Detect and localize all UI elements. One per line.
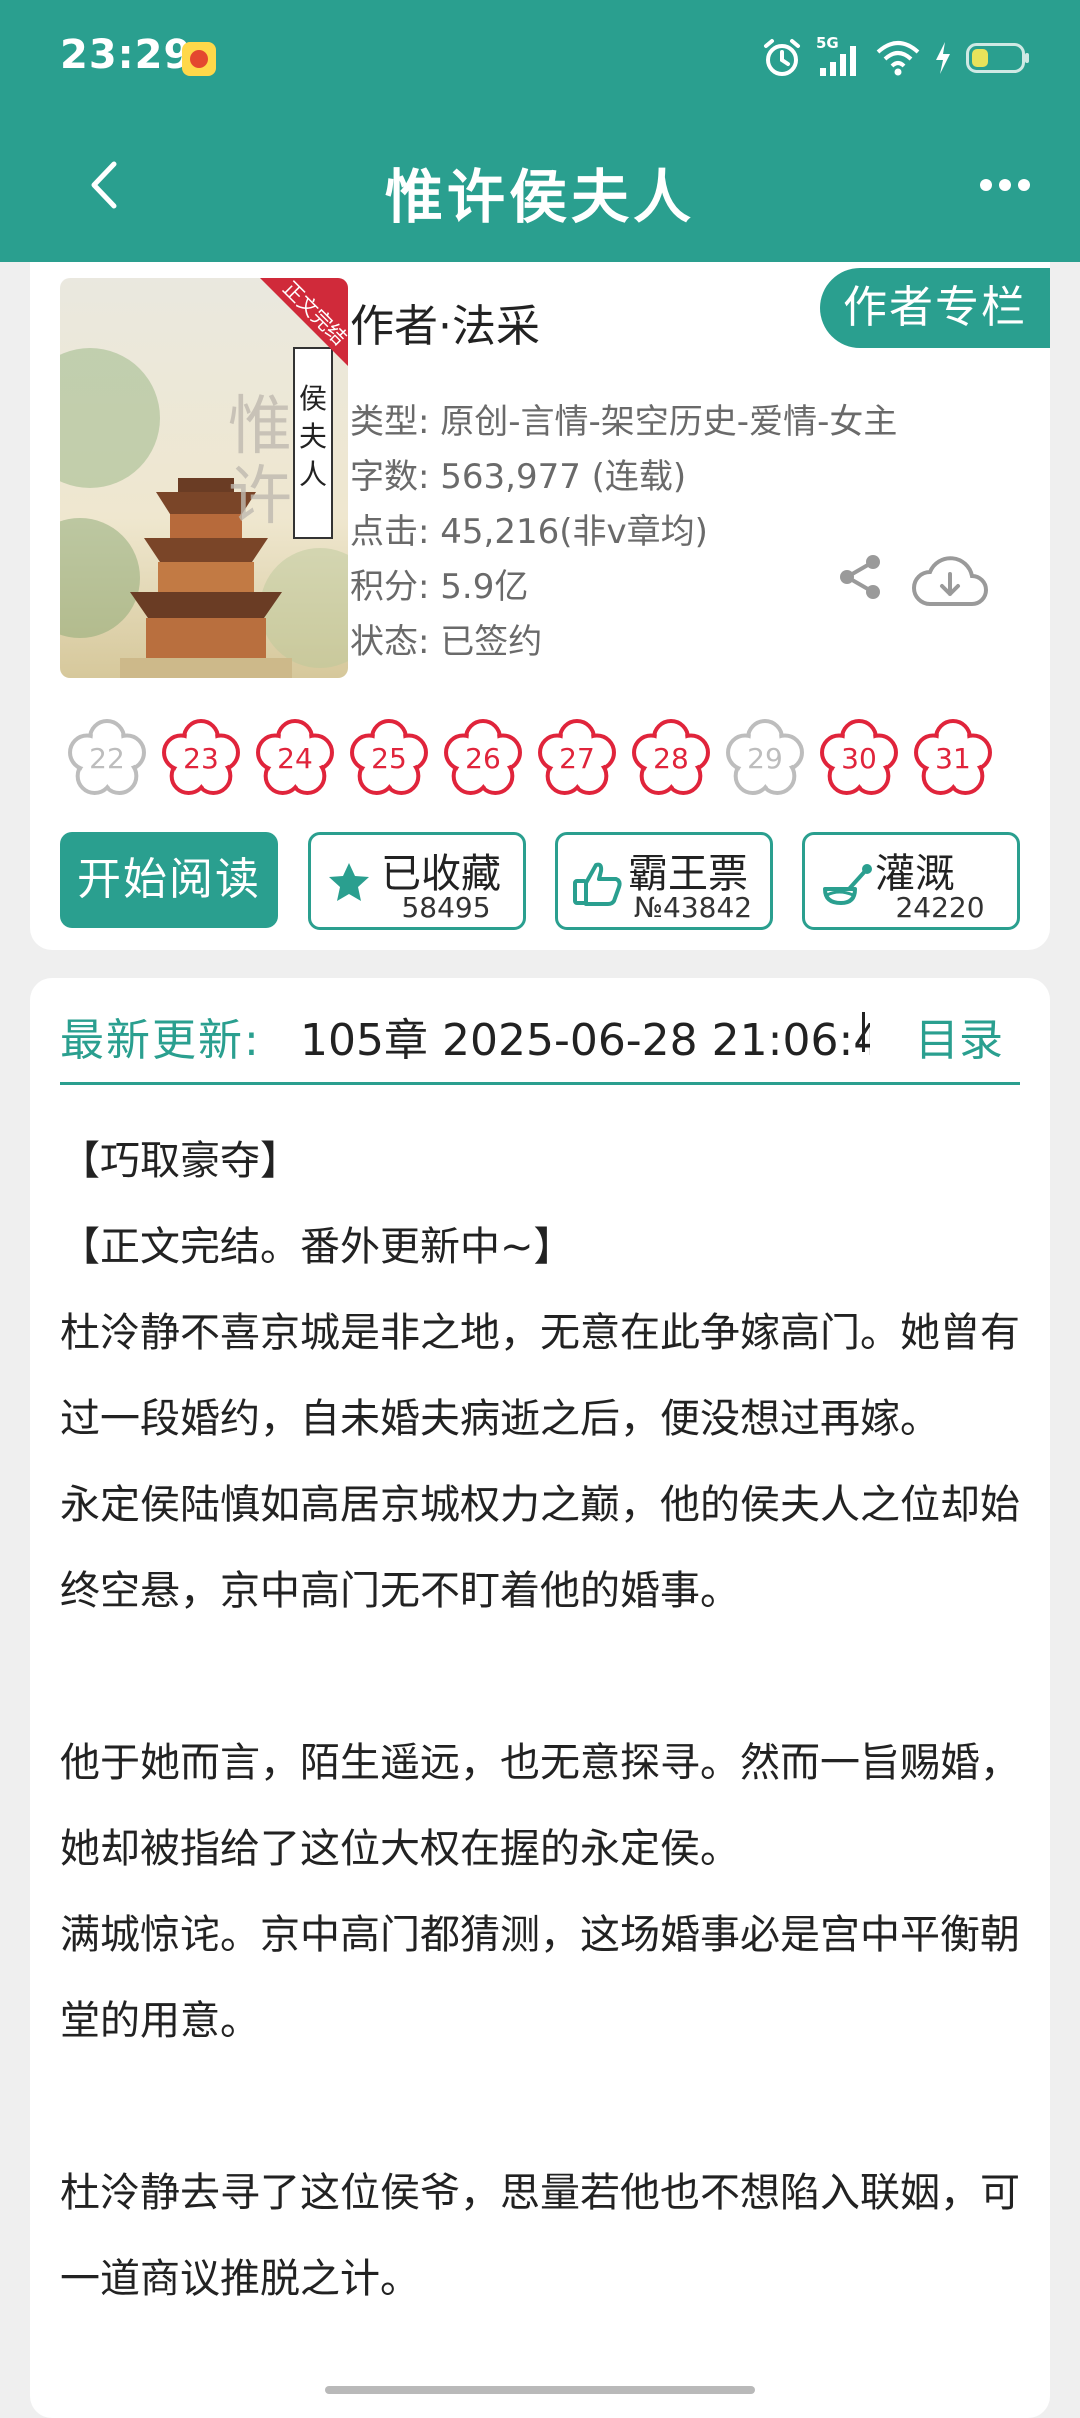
book-status: 状态: 已签约 <box>350 622 543 662</box>
book-points: 积分: 5.9亿 <box>350 567 529 607</box>
status-icons: 5G <box>762 28 1030 88</box>
wifi-icon <box>876 41 920 76</box>
author-name[interactable]: 作者·法采 <box>350 290 540 354</box>
flower-number: 28 <box>653 742 689 775</box>
svg-text:侯: 侯 <box>299 382 327 415</box>
flower-number: 26 <box>465 742 501 775</box>
flower-number: 23 <box>183 742 219 775</box>
flower-26[interactable]: 26 <box>442 718 524 800</box>
irrigate-button[interactable]: 灌溉 24220 <box>802 832 1020 930</box>
flower-rating-row[interactable]: 22 23 24 25 26 27 28 29 30 31 <box>66 718 1022 806</box>
marquee-caret <box>862 1012 865 1052</box>
flower-31[interactable]: 31 <box>912 718 994 800</box>
flower-23[interactable]: 23 <box>160 718 242 800</box>
flower-number: 31 <box>935 742 971 775</box>
cover-illustration: 侯 夫 人 惟 许 正文完结 <box>60 278 348 678</box>
start-reading-button[interactable]: 开始阅读 <box>60 832 278 928</box>
more-dots-icon <box>980 179 1030 191</box>
collect-count: 58495 <box>401 891 491 924</box>
synopsis-paragraph: 他于她而言，陌生遥远，也无意探寻。然而一旨赐婚，她却被指给了这位大权在握的永定侯… <box>60 1740 1020 1872</box>
ticket-count: №43842 <box>633 891 753 924</box>
latest-chapter-link[interactable]: 105章 2025-06-28 21:06:4 <box>300 1004 870 1068</box>
home-indicator[interactable] <box>325 2386 755 2394</box>
share-button[interactable] <box>835 552 885 606</box>
flower-27[interactable]: 27 <box>536 718 618 800</box>
star-icon <box>329 863 369 901</box>
flower-number: 29 <box>747 742 783 775</box>
synopsis-paragraph: 满城惊诧。京中高门都猜测，这场婚事必是宫中平衡朝堂的用意。 <box>60 1912 1020 2044</box>
svg-text:夫: 夫 <box>299 420 327 453</box>
synopsis-paragraph: 【巧取豪夺】 <box>60 1138 300 1184</box>
page-title: 惟许侯夫人 <box>384 163 695 231</box>
status-time: 23:29 <box>60 32 193 78</box>
synopsis-text: 【巧取豪夺】【正文完结。番外更新中~】杜泠静不喜京城是非之地，无意在此争嫁高门。… <box>60 1118 1020 2322</box>
book-type: 类型: 原创-言情-架空历史-爱情-女主 <box>350 402 898 442</box>
author-column-button[interactable]: 作者专栏 <box>820 268 1050 348</box>
table-of-contents-link[interactable]: 目录 <box>915 1004 1003 1068</box>
flower-28[interactable]: 28 <box>630 718 712 800</box>
svg-text:惟: 惟 <box>228 390 292 464</box>
notification-app-icon <box>182 42 216 76</box>
battery-icon <box>966 43 1029 73</box>
flower-22[interactable]: 22 <box>66 718 148 800</box>
synopsis-blank-line <box>60 1634 1020 1720</box>
cellular-signal-icon: 5G <box>816 34 862 78</box>
flower-24[interactable]: 24 <box>254 718 336 800</box>
flower-number: 27 <box>559 742 595 775</box>
flower-29[interactable]: 29 <box>724 718 806 800</box>
share-icon <box>840 555 880 599</box>
book-cover-image[interactable]: 侯 夫 人 惟 许 正文完结 <box>60 278 348 678</box>
collect-button[interactable]: 已收藏 58495 <box>308 832 526 930</box>
irrigate-count: 24220 <box>895 891 985 924</box>
latest-update-label: 最新更新: <box>60 1015 261 1066</box>
synopsis-paragraph: 杜泠静不喜京城是非之地，无意在此争嫁高门。她曾有过一段婚约，自未婚夫病逝之后，便… <box>60 1310 1020 1442</box>
ticket-button[interactable]: 霸王票 №43842 <box>555 832 773 930</box>
synopsis-blank-line <box>60 2064 1020 2150</box>
synopsis-paragraph: 永定侯陆慎如高居京城权力之巅，他的侯夫人之位却始终空悬，京中高门无不盯着他的婚事… <box>60 1482 1020 1614</box>
flower-number: 22 <box>89 742 125 775</box>
svg-text:人: 人 <box>299 458 327 491</box>
flower-30[interactable]: 30 <box>818 718 900 800</box>
download-button[interactable] <box>910 552 990 616</box>
book-word-count: 字数: 563,977 (连载) <box>350 457 687 497</box>
charging-icon <box>936 42 950 74</box>
section-divider <box>60 1082 1020 1085</box>
flower-number: 30 <box>841 742 877 775</box>
book-clicks: 点击: 45,216(非v章均) <box>350 512 708 552</box>
alarm-icon <box>764 39 800 76</box>
flower-number: 25 <box>371 742 407 775</box>
synopsis-paragraph: 杜泠静去寻了这位侯爷，思量若他也不想陷入联姻，可一道商议推脱之计。 <box>60 2170 1020 2302</box>
cloud-download-icon <box>912 556 988 606</box>
synopsis-paragraph: 【正文完结。番外更新中~】 <box>60 1224 574 1270</box>
flower-number: 24 <box>277 742 313 775</box>
svg-text:许: 许 <box>228 460 292 534</box>
flower-25[interactable]: 25 <box>348 718 430 800</box>
more-button[interactable] <box>970 160 1040 210</box>
thumbs-up-icon <box>573 862 622 906</box>
app-header: 23:29 5G 惟许侯夫人 <box>0 0 1080 262</box>
